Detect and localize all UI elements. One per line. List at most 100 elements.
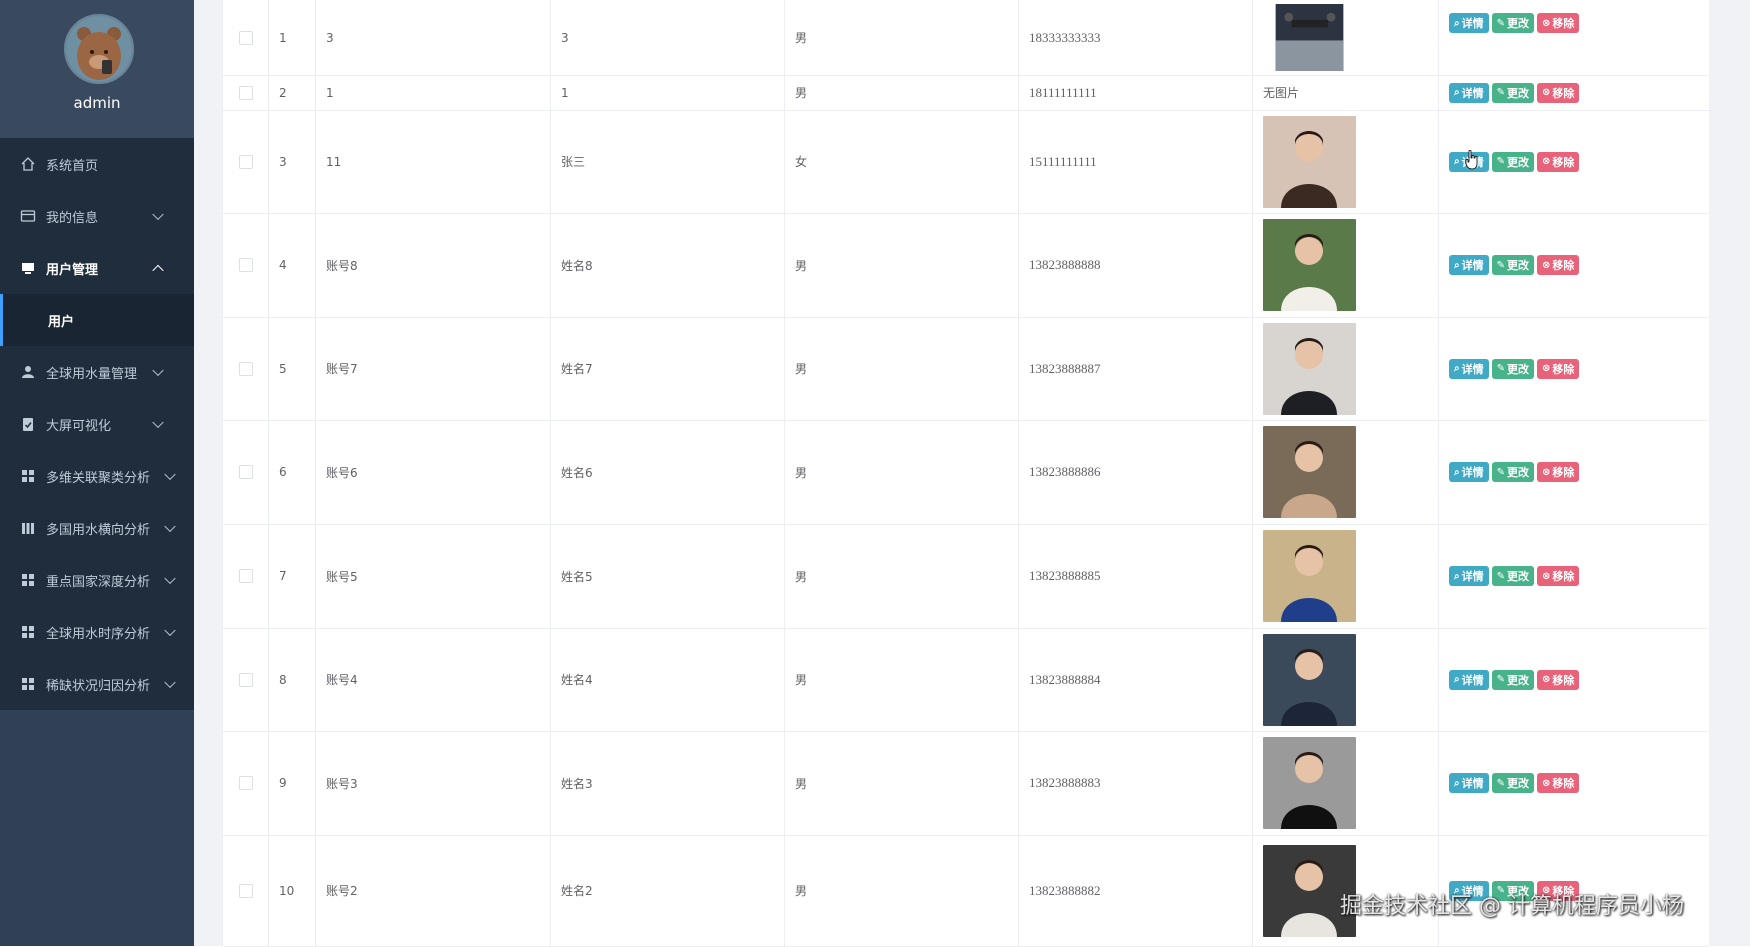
menu-item-horizontal-analysis[interactable]: 多国用水横向分析 bbox=[0, 502, 194, 554]
menu-item-water-management[interactable]: 全球用水量管理 bbox=[0, 346, 194, 398]
portrait-photo bbox=[1263, 530, 1356, 622]
menu-item-label: 大屏可视化 bbox=[46, 418, 112, 434]
grid-icon bbox=[20, 676, 36, 692]
username: admin bbox=[73, 94, 121, 112]
row-checkbox[interactable] bbox=[238, 85, 253, 100]
menu-item-label: 重点国家深度分析 bbox=[46, 574, 151, 590]
delete-button[interactable]: ⊗ 移除 bbox=[1537, 13, 1580, 33]
button-label: 详情 bbox=[1461, 362, 1484, 376]
detail-button[interactable]: ⌕详情 bbox=[1449, 462, 1489, 482]
name-cell: 姓名6 bbox=[551, 420, 785, 524]
close-circle-icon: ⊗ bbox=[1542, 466, 1551, 478]
button-label: 详情 bbox=[1461, 17, 1484, 30]
delete-button[interactable]: ⊗ 移除 bbox=[1537, 151, 1580, 172]
menu-item-users[interactable]: 用户 bbox=[0, 294, 194, 346]
row-checkbox[interactable] bbox=[238, 672, 253, 687]
button-label: 详情 bbox=[1461, 777, 1484, 790]
detail-button[interactable]: ⌕详情 bbox=[1449, 669, 1489, 690]
actions-cell: ⌕详情✎更改⊗移除 bbox=[1439, 524, 1709, 628]
menu-item-depth-analysis[interactable]: 重点国家深度分析 bbox=[0, 554, 194, 606]
row-index: 8 bbox=[269, 628, 316, 731]
name-cell: 姓名3 bbox=[551, 731, 785, 835]
edit-button[interactable]: ✎ 更改 bbox=[1491, 255, 1534, 275]
phone-cell: 18111111111 bbox=[1019, 75, 1253, 110]
delete-button[interactable]: ⊗ 移除 bbox=[1537, 82, 1580, 103]
delete-button[interactable]: ⊗ 移除 bbox=[1537, 255, 1580, 275]
button-label: 移除 bbox=[1552, 570, 1575, 583]
menu-item-scarcity-analysis[interactable]: 稀缺状况归因分析 bbox=[0, 658, 194, 710]
button-label: 更改 bbox=[1507, 362, 1529, 376]
account-cell: 3 bbox=[316, 0, 551, 75]
button-label: 更改 bbox=[1507, 17, 1529, 30]
button-label: 更改 bbox=[1507, 466, 1529, 479]
row-checkbox[interactable] bbox=[238, 569, 253, 583]
edit-button[interactable]: ✎ 更改 bbox=[1491, 151, 1534, 172]
row-index: 6 bbox=[269, 420, 316, 524]
edit-button[interactable]: ✎ 更改 bbox=[1491, 358, 1534, 379]
row-checkbox[interactable] bbox=[238, 883, 253, 898]
checkbox-cell bbox=[223, 0, 269, 75]
sidebar-header: admin bbox=[0, 0, 194, 138]
delete-button[interactable]: ⊗ 移除 bbox=[1537, 566, 1580, 586]
mouse-cursor-icon bbox=[1465, 150, 1478, 170]
button-label: 详情 bbox=[1461, 570, 1484, 583]
search-icon: ⌕ bbox=[1454, 156, 1460, 167]
row-checkbox[interactable] bbox=[238, 30, 253, 45]
actions-cell: ⌕详情✎更改⊗移除 bbox=[1439, 317, 1709, 420]
name-cell: 姓名5 bbox=[551, 524, 785, 628]
row-checkbox[interactable] bbox=[238, 154, 253, 169]
detail-button[interactable]: ⌕详情 bbox=[1449, 773, 1489, 793]
edit-button[interactable]: ✎ 更改 bbox=[1491, 462, 1534, 482]
sex-cell: 男 bbox=[785, 835, 1019, 946]
clipboard-icon bbox=[20, 416, 36, 432]
checkbox-cell bbox=[223, 420, 269, 524]
delete-button[interactable]: ⊗ 移除 bbox=[1537, 462, 1580, 482]
menu-item-label: 我的信息 bbox=[46, 210, 99, 226]
portrait-photo bbox=[1263, 426, 1356, 518]
image-cell bbox=[1253, 420, 1439, 524]
row-checkbox[interactable] bbox=[238, 258, 253, 272]
detail-button[interactable]: ⌕详情 bbox=[1449, 255, 1489, 275]
row-index: 4 bbox=[269, 213, 316, 317]
delete-button[interactable]: ⊗ 移除 bbox=[1537, 773, 1580, 793]
edit-button[interactable]: ✎ 更改 bbox=[1491, 566, 1534, 586]
edit-button[interactable]: ✎ 更改 bbox=[1491, 13, 1534, 33]
account-cell: 1 bbox=[316, 75, 551, 110]
search-icon: ⌕ bbox=[1454, 466, 1460, 478]
button-label: 详情 bbox=[1461, 86, 1484, 100]
edit-button[interactable]: ✎ 更改 bbox=[1491, 669, 1534, 690]
menu-item-big-screen[interactable]: 大屏可视化 bbox=[0, 398, 194, 450]
close-circle-icon: ⊗ bbox=[1542, 259, 1551, 271]
menu-item-time-series[interactable]: 全球用水时序分析 bbox=[0, 606, 194, 658]
detail-button[interactable]: ⌕详情 bbox=[1449, 358, 1489, 379]
menu-item-cluster-analysis[interactable]: 多维关联聚类分析 bbox=[0, 450, 194, 502]
pencil-icon: ✎ bbox=[1496, 777, 1505, 789]
row-checkbox[interactable] bbox=[238, 361, 253, 376]
avatar[interactable] bbox=[64, 14, 134, 84]
portrait-photo bbox=[1263, 219, 1356, 311]
edit-button[interactable]: ✎ 更改 bbox=[1491, 773, 1534, 793]
checkbox-cell bbox=[223, 213, 269, 317]
menu-item-user-management[interactable]: 用户管理 bbox=[0, 242, 194, 294]
account-cell: 账号2 bbox=[316, 835, 551, 946]
sex-cell: 男 bbox=[785, 75, 1019, 110]
edit-button[interactable]: ✎ 更改 bbox=[1491, 82, 1534, 103]
delete-button[interactable]: ⊗ 移除 bbox=[1537, 358, 1580, 379]
name-cell: 姓名4 bbox=[551, 628, 785, 731]
detail-button[interactable]: ⌕详情 bbox=[1449, 566, 1489, 586]
detail-button[interactable]: ⌕详情 bbox=[1449, 13, 1489, 33]
actions-cell: ⌕详情✎更改⊗移除 bbox=[1439, 628, 1709, 731]
phone-cell: 13823888886 bbox=[1019, 420, 1253, 524]
button-label: 更改 bbox=[1507, 777, 1529, 790]
row-checkbox[interactable] bbox=[238, 776, 253, 790]
menu-item-my-info[interactable]: 我的信息 bbox=[0, 190, 194, 242]
menu-item-home[interactable]: 系统首页 bbox=[0, 138, 194, 190]
row-checkbox[interactable] bbox=[238, 465, 253, 479]
row-index: 1 bbox=[269, 0, 316, 75]
chevron-down-icon bbox=[152, 208, 164, 221]
checkbox-cell bbox=[223, 317, 269, 420]
detail-button[interactable]: ⌕详情 bbox=[1449, 82, 1489, 103]
search-icon: ⌕ bbox=[1454, 674, 1460, 685]
delete-button[interactable]: ⊗ 移除 bbox=[1537, 669, 1580, 690]
sex-cell: 男 bbox=[785, 317, 1019, 420]
